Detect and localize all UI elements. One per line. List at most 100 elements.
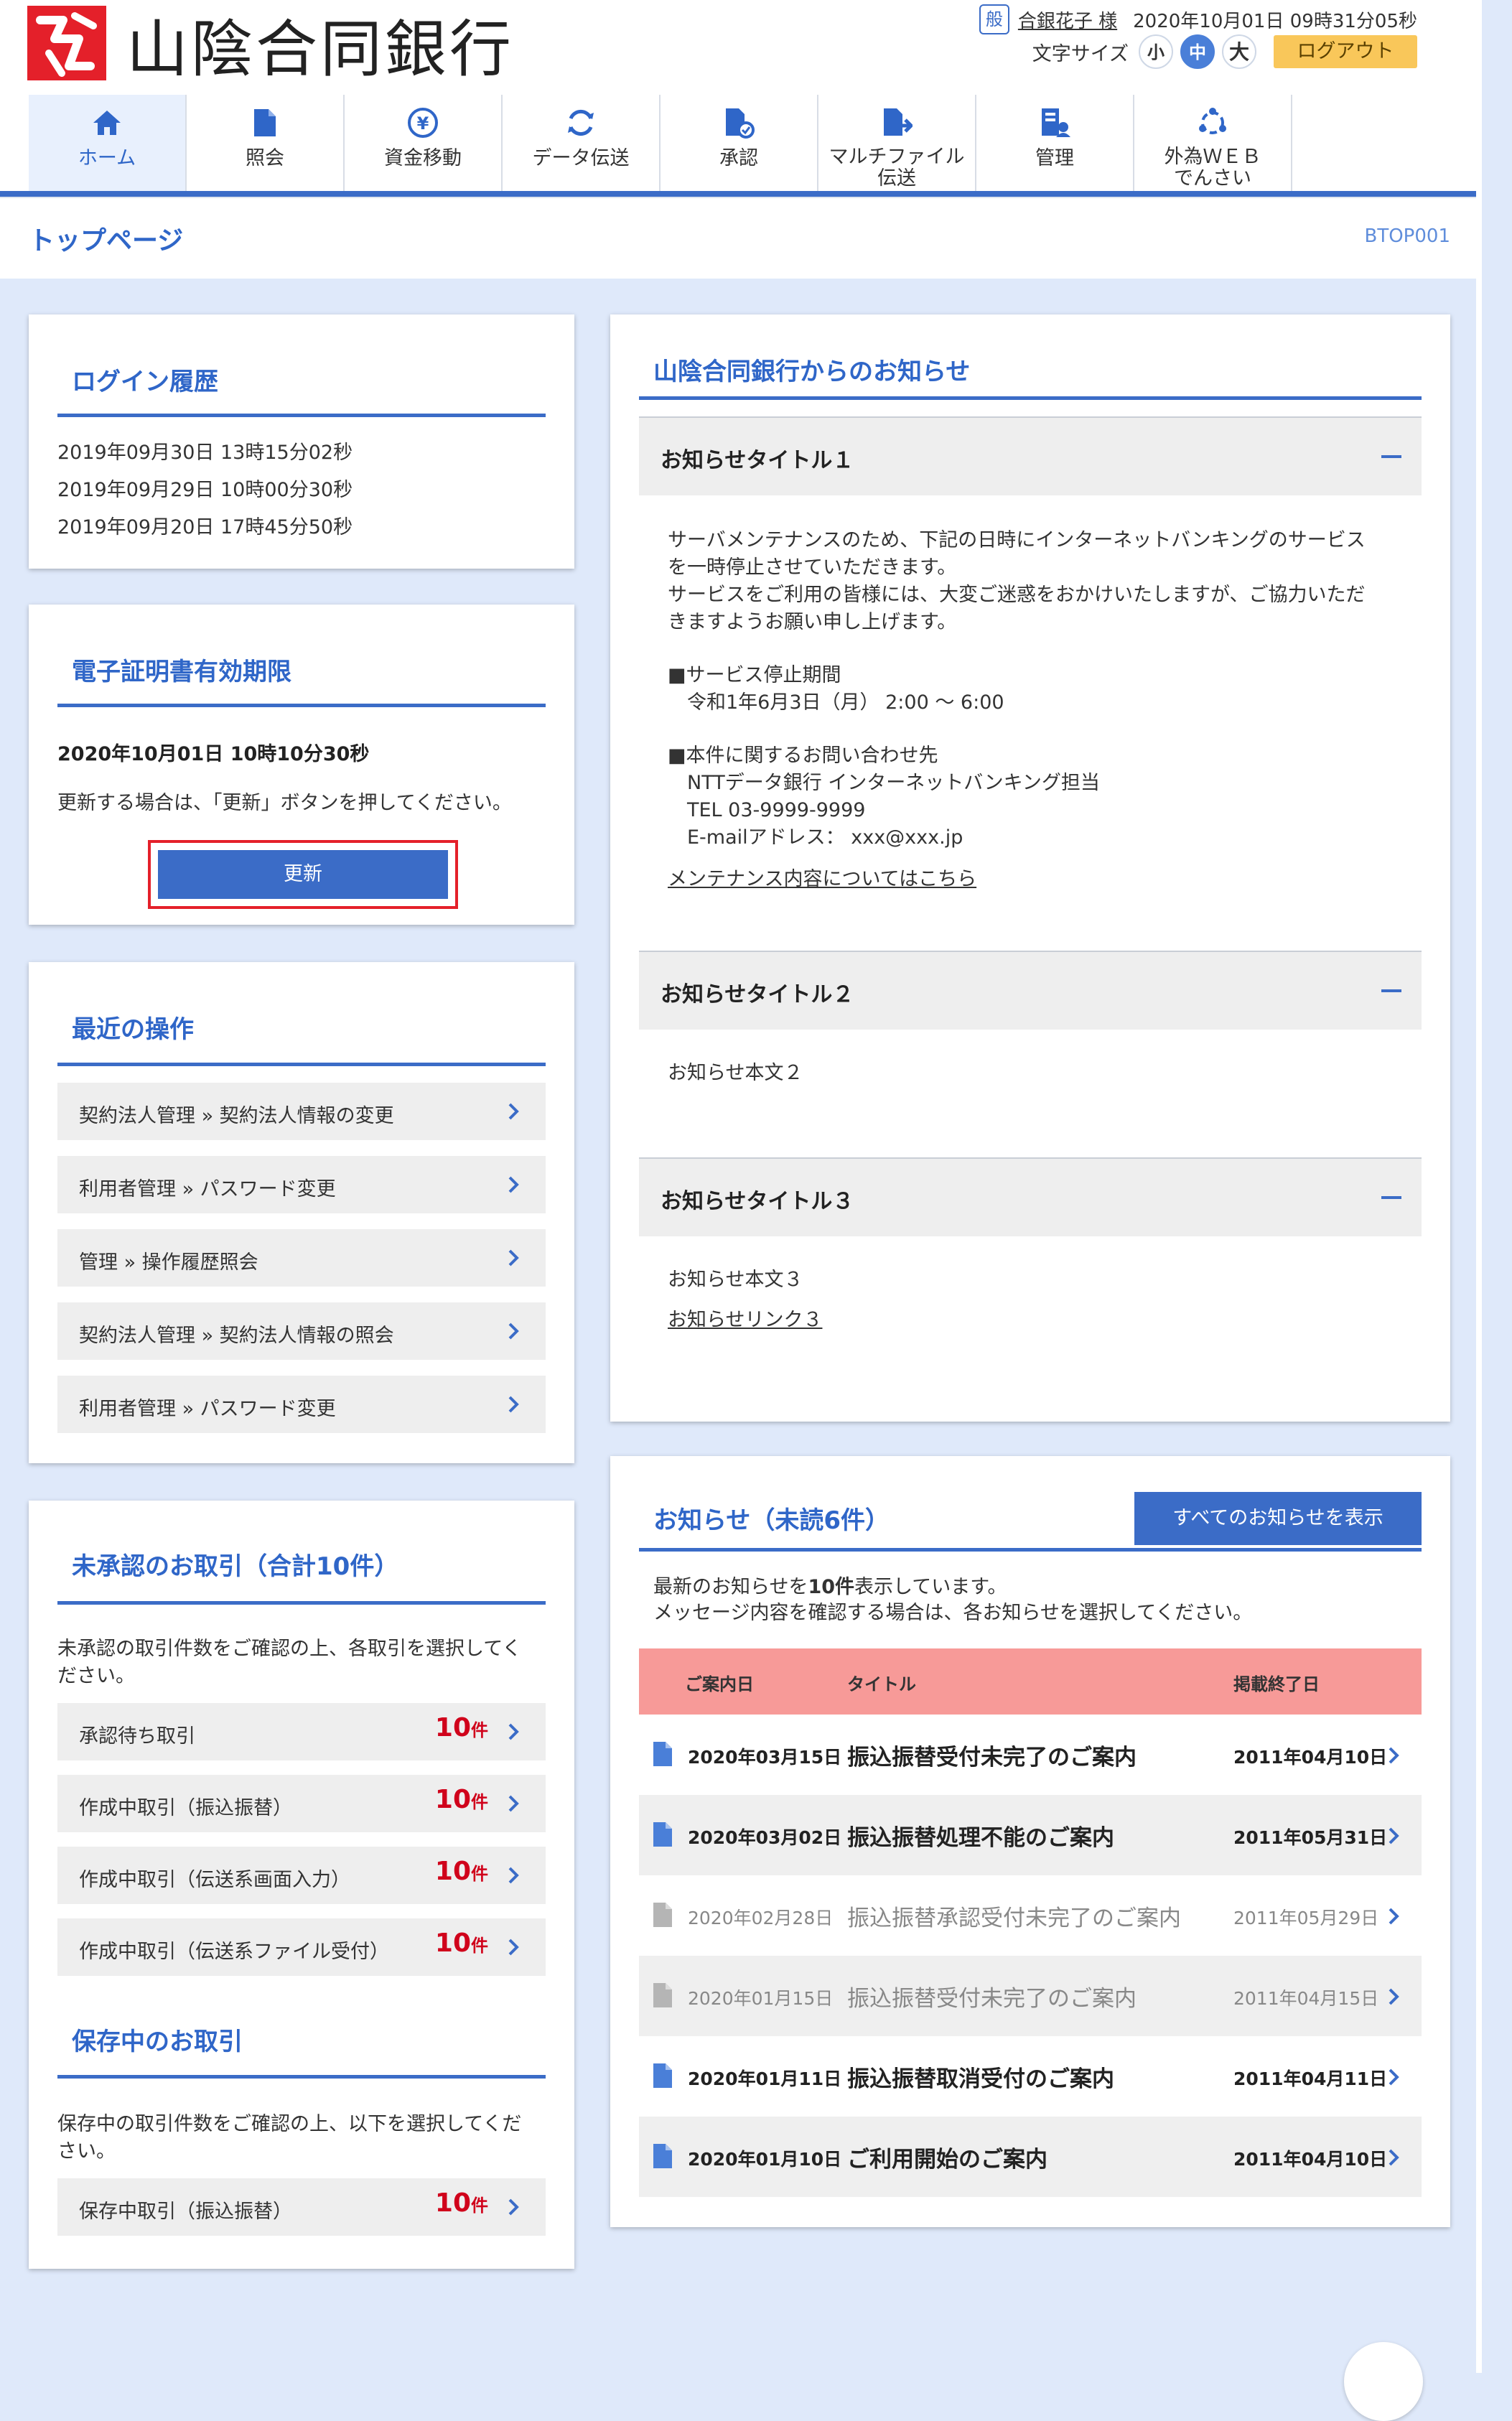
nav-home[interactable]: ホーム: [29, 95, 187, 191]
notice-date: 2020年01月11日: [688, 2068, 842, 2089]
pending-transactions-rule: [57, 1601, 546, 1605]
window-edge: [1476, 0, 1512, 2373]
network-icon: [1134, 103, 1291, 142]
recent-operation-item[interactable]: 利用者管理 » パスワード変更: [57, 1156, 546, 1213]
nav-multifile-label-1: マルチファイル: [829, 146, 965, 168]
notice-end-date: 2011年04月10日: [1233, 2149, 1388, 2170]
bank-logo-mark: [27, 6, 106, 80]
notice-title: 振込振替処理不能のご案内: [847, 1825, 1114, 1851]
chevron-right-icon: [508, 1723, 519, 1740]
notice-title: 振込振替受付未完了のご案内: [847, 1986, 1137, 2012]
login-history-entry: 2019年09月29日 10時00分30秒: [57, 479, 353, 501]
notice-row[interactable]: 2020年01月11日 振込振替取消受付のご案内 2011年04月11日: [639, 2036, 1422, 2117]
logout-button[interactable]: ログアウト: [1274, 35, 1417, 68]
font-size-large-button[interactable]: 大: [1222, 34, 1256, 69]
nav-inquiry[interactable]: 照会: [187, 95, 345, 191]
font-size-control: 文字サイズ 小 中 大 ログアウト: [1032, 34, 1417, 69]
notices-rule: [639, 1548, 1422, 1552]
recent-operation-item[interactable]: 契約法人管理 » 契約法人情報の照会: [57, 1302, 546, 1360]
pending-transactions-note: ださい。: [57, 1665, 135, 1687]
login-history-title: ログイン履歴: [72, 368, 218, 396]
nav-approval[interactable]: 承認: [661, 95, 818, 191]
window-edge-line: [1476, 0, 1482, 2373]
font-size-small-button[interactable]: 小: [1139, 34, 1173, 69]
news-accordion-header[interactable]: お知らせタイトル２: [639, 951, 1422, 1030]
collapse-icon: [1381, 989, 1401, 992]
login-history-entry: 2019年09月30日 13時15分02秒: [57, 442, 353, 464]
recent-operation-item[interactable]: 管理 » 操作履歴照会: [57, 1229, 546, 1287]
nav-forex-label-2: でんさい: [1174, 167, 1251, 190]
recent-operations-title: 最近の操作: [72, 1015, 194, 1044]
recent-operation-item[interactable]: 利用者管理 » パスワード変更: [57, 1376, 546, 1433]
recent-operation-item[interactable]: 契約法人管理 » 契約法人情報の変更: [57, 1083, 546, 1140]
notice-title: 振込振替受付未完了のご案内: [847, 1745, 1137, 1771]
bank-news-panel: 山陰合同銀行からのお知らせ お知らせタイトル１ サーバメンテナンスのため、下記の…: [610, 314, 1450, 1422]
notice-row[interactable]: 2020年01月10日 ご利用開始のご案内 2011年04月10日: [639, 2117, 1422, 2197]
news-item-title: お知らせタイトル３: [661, 1189, 854, 1214]
document-icon: [653, 2144, 672, 2168]
nav-transfer[interactable]: ¥ 資金移動: [345, 95, 503, 191]
nav-data-transfer[interactable]: データ伝送: [503, 95, 661, 191]
news-item-title: お知らせタイトル２: [661, 982, 854, 1007]
nav-transfer-label: 資金移動: [384, 147, 462, 169]
chevron-right-icon: [508, 1795, 519, 1812]
count-value: 10: [434, 2188, 471, 2218]
col-date-header: ご案内日: [685, 1674, 754, 1694]
recent-operation-label: 管理 » 操作履歴照会: [79, 1251, 258, 1274]
recent-operations-panel: 最近の操作 契約法人管理 » 契約法人情報の変更 利用者管理 » パスワード変更…: [29, 962, 574, 1463]
page-top-button[interactable]: [1344, 2342, 1423, 2421]
certificate-panel: 電子証明書有効期限 2020年10月01日 10時10分30秒 更新する場合は、…: [29, 605, 574, 925]
certificate-rule: [57, 704, 546, 707]
news-body-line: サーバメンテナンスのため、下記の日時にインターネットバンキングのサービス: [668, 529, 1366, 551]
nav-approval-label: 承認: [719, 147, 758, 169]
font-size-medium-button[interactable]: 中: [1180, 34, 1215, 69]
chevron-right-icon: [1389, 1908, 1399, 1925]
bank-logo[interactable]: 山陰合同銀行: [27, 6, 514, 85]
notice-row[interactable]: 2020年02月28日 振込振替承認受付未完了のご案内 2011年05月29日: [639, 1875, 1422, 1956]
nav-admin[interactable]: 管理: [976, 95, 1134, 191]
pending-transaction-item[interactable]: 作成中取引（伝送系画面入力） 10件: [57, 1847, 546, 1904]
chevron-right-icon: [508, 1249, 519, 1267]
page-id: BTOP001: [1364, 225, 1451, 247]
saved-transaction-item[interactable]: 保存中取引（振込振替） 10件: [57, 2178, 546, 2236]
maintenance-link[interactable]: メンテナンス内容についてはこちら: [668, 863, 976, 891]
login-history-rule: [57, 414, 546, 417]
document-icon: [653, 2063, 672, 2088]
nav-multifile[interactable]: マルチファイル 伝送: [818, 95, 976, 191]
chevron-right-icon: [1389, 1827, 1399, 1844]
notice-row[interactable]: 2020年03月02日 振込振替処理不能のご案内 2011年05月31日: [639, 1795, 1422, 1875]
chevron-right-icon: [508, 1176, 519, 1193]
approve-icon: [661, 103, 817, 142]
notice-row[interactable]: 2020年01月15日 振込振替受付未完了のご案内 2011年04月15日: [639, 1956, 1422, 2036]
pending-transaction-label: 承認待ち取引: [79, 1725, 195, 1748]
saved-transactions-rule: [57, 2075, 546, 2079]
pending-transaction-count: 10件: [435, 1713, 488, 1743]
bank-news-title: 山陰合同銀行からのお知らせ: [653, 358, 971, 386]
show-all-notices-button[interactable]: すべてのお知らせを表示: [1134, 1492, 1422, 1545]
pending-transaction-item[interactable]: 承認待ち取引 10件: [57, 1703, 546, 1760]
notices-table-header: ご案内日 タイトル 掲載終了日: [639, 1648, 1422, 1715]
news-body-line: ■サービス停止期間: [668, 664, 841, 686]
news-link[interactable]: お知らせリンク３: [668, 1304, 822, 1332]
saved-transactions-note: 保存中の取引件数をご確認の上、以下を選択してくだ: [57, 2113, 522, 2135]
recent-operation-label: 契約法人管理 » 契約法人情報の変更: [79, 1105, 394, 1127]
notice-title: 振込振替承認受付未完了のご案内: [847, 1905, 1181, 1931]
news-body-line: を一時停止させていただきます。: [668, 556, 957, 579]
user-name-link[interactable]: 合銀花子 様: [1018, 6, 1117, 33]
news-accordion-header[interactable]: お知らせタイトル３: [639, 1157, 1422, 1236]
news-accordion-header[interactable]: お知らせタイトル１: [639, 416, 1422, 495]
notices-description: 最新のお知らせを10件表示しています。: [653, 1571, 1007, 1599]
col-title-header: タイトル: [847, 1674, 916, 1694]
nav-forex[interactable]: 外為ＷＥＢ でんさい: [1134, 95, 1292, 191]
pending-transaction-item[interactable]: 作成中取引（伝送系ファイル受付） 10件: [57, 1918, 546, 1976]
chevron-right-icon: [508, 1103, 519, 1120]
chevron-right-icon: [1389, 1988, 1399, 2005]
count-unit: 件: [471, 1792, 488, 1812]
update-button[interactable]: 更新: [158, 850, 448, 899]
pending-transaction-item[interactable]: 作成中取引（振込振替） 10件: [57, 1775, 546, 1832]
font-size-label: 文字サイズ: [1032, 42, 1129, 65]
notice-row[interactable]: 2020年03月15日 振込振替受付未完了のご案内 2011年04月10日: [639, 1715, 1422, 1795]
nav-inquiry-label: 照会: [246, 147, 284, 169]
news-item-title: お知らせタイトル１: [661, 448, 854, 473]
notice-date: 2020年02月28日: [688, 1908, 834, 1928]
